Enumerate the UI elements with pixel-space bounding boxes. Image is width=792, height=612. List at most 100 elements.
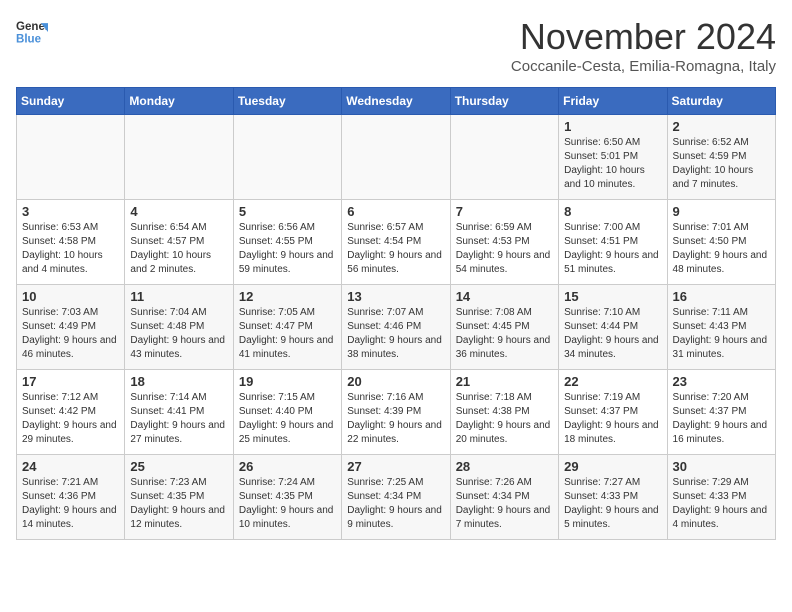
calendar-cell: 5 Sunrise: 6:56 AM Sunset: 4:55 PM Daylig… xyxy=(233,200,341,285)
day-info: Sunrise: 7:08 AM Sunset: 4:45 PM Dayligh… xyxy=(456,306,553,362)
day-number: 20 xyxy=(347,374,444,389)
calendar-cell: 28 Sunrise: 7:26 AM Sunset: 4:34 PM Dayli… xyxy=(450,455,558,540)
day-info: Sunrise: 7:16 AM Sunset: 4:39 PM Dayligh… xyxy=(347,391,444,447)
calendar-cell: 15 Sunrise: 7:10 AM Sunset: 4:44 PM Dayli… xyxy=(559,285,667,370)
day-info: Sunrise: 7:14 AM Sunset: 4:41 PM Dayligh… xyxy=(130,391,227,447)
title-block: November 2024 Coccanile-Cesta, Emilia-Ro… xyxy=(511,16,776,75)
calendar-cell: 6Sunrise: 6:57 AM Sunset: 4:54 PM Daylig… xyxy=(342,200,450,285)
day-info: Sunrise: 7:20 AM Sunset: 4:37 PM Dayligh… xyxy=(673,391,770,447)
column-header-sunday: Sunday xyxy=(17,88,125,115)
day-number: 10 xyxy=(22,289,119,304)
day-number: 21 xyxy=(456,374,553,389)
day-info: Sunrise: 7:23 AM Sunset: 4:35 PM Dayligh… xyxy=(130,476,227,532)
day-info: Sunrise: 7:29 AM Sunset: 4:33 PM Dayligh… xyxy=(673,476,770,532)
calendar-cell: 24Sunrise: 7:21 AM Sunset: 4:36 PM Dayli… xyxy=(17,455,125,540)
calendar-week-2: 3 Sunrise: 6:53 AM Sunset: 4:58 PM Daylig… xyxy=(17,200,776,285)
day-number: 14 xyxy=(456,289,553,304)
day-info: Sunrise: 7:12 AM Sunset: 4:42 PM Dayligh… xyxy=(22,391,119,447)
calendar-cell: 16Sunrise: 7:11 AM Sunset: 4:43 PM Dayli… xyxy=(667,285,775,370)
day-info: Sunrise: 7:19 AM Sunset: 4:37 PM Dayligh… xyxy=(564,391,661,447)
calendar-cell xyxy=(342,115,450,200)
calendar-cell xyxy=(233,115,341,200)
calendar-cell: 21 Sunrise: 7:18 AM Sunset: 4:38 PM Dayli… xyxy=(450,370,558,455)
day-info: Sunrise: 7:03 AM Sunset: 4:49 PM Dayligh… xyxy=(22,306,119,362)
calendar-body: 1 Sunrise: 6:50 AM Sunset: 5:01 PM Daylig… xyxy=(17,115,776,540)
day-number: 11 xyxy=(130,289,227,304)
logo-icon: General Blue xyxy=(16,16,48,48)
calendar-cell xyxy=(450,115,558,200)
day-number: 28 xyxy=(456,459,553,474)
svg-text:Blue: Blue xyxy=(16,34,42,46)
day-number: 19 xyxy=(239,374,336,389)
calendar-cell: 10 Sunrise: 7:03 AM Sunset: 4:49 PM Dayli… xyxy=(17,285,125,370)
day-number: 24 xyxy=(22,459,119,474)
calendar-cell: 23 Sunrise: 7:20 AM Sunset: 4:37 PM Dayli… xyxy=(667,370,775,455)
day-number: 1 xyxy=(564,119,661,134)
calendar-cell: 30 Sunrise: 7:29 AM Sunset: 4:33 PM Dayli… xyxy=(667,455,775,540)
day-number: 27 xyxy=(347,459,444,474)
day-info: Sunrise: 7:10 AM Sunset: 4:44 PM Dayligh… xyxy=(564,306,661,362)
calendar-cell: 9 Sunrise: 7:01 AM Sunset: 4:50 PM Daylig… xyxy=(667,200,775,285)
day-info: Sunrise: 7:11 AM Sunset: 4:43 PM Dayligh… xyxy=(673,306,770,362)
day-number: 18 xyxy=(130,374,227,389)
day-info: Sunrise: 7:15 AM Sunset: 4:40 PM Dayligh… xyxy=(239,391,336,447)
logo: General Blue xyxy=(16,16,48,48)
day-number: 30 xyxy=(673,459,770,474)
day-number: 3 xyxy=(22,204,119,219)
day-number: 5 xyxy=(239,204,336,219)
day-number: 15 xyxy=(564,289,661,304)
column-header-friday: Friday xyxy=(559,88,667,115)
day-number: 22 xyxy=(564,374,661,389)
calendar-cell: 14 Sunrise: 7:08 AM Sunset: 4:45 PM Dayli… xyxy=(450,285,558,370)
calendar-week-4: 17 Sunrise: 7:12 AM Sunset: 4:42 PM Dayli… xyxy=(17,370,776,455)
day-number: 4 xyxy=(130,204,227,219)
day-info: Sunrise: 6:57 AM Sunset: 4:54 PM Dayligh… xyxy=(347,221,444,277)
day-info: Sunrise: 6:50 AM Sunset: 5:01 PM Dayligh… xyxy=(564,136,661,192)
day-number: 9 xyxy=(673,204,770,219)
calendar-cell: 11Sunrise: 7:04 AM Sunset: 4:48 PM Dayli… xyxy=(125,285,233,370)
day-info: Sunrise: 7:26 AM Sunset: 4:34 PM Dayligh… xyxy=(456,476,553,532)
day-number: 23 xyxy=(673,374,770,389)
calendar-cell: 2Sunrise: 6:52 AM Sunset: 4:59 PM Daylig… xyxy=(667,115,775,200)
calendar-cell: 20 Sunrise: 7:16 AM Sunset: 4:39 PM Dayli… xyxy=(342,370,450,455)
day-info: Sunrise: 7:05 AM Sunset: 4:47 PM Dayligh… xyxy=(239,306,336,362)
calendar-cell: 1 Sunrise: 6:50 AM Sunset: 5:01 PM Daylig… xyxy=(559,115,667,200)
calendar-cell xyxy=(125,115,233,200)
calendar-cell: 19 Sunrise: 7:15 AM Sunset: 4:40 PM Dayli… xyxy=(233,370,341,455)
day-number: 8 xyxy=(564,204,661,219)
day-info: Sunrise: 7:27 AM Sunset: 4:33 PM Dayligh… xyxy=(564,476,661,532)
calendar-week-1: 1 Sunrise: 6:50 AM Sunset: 5:01 PM Daylig… xyxy=(17,115,776,200)
day-info: Sunrise: 6:53 AM Sunset: 4:58 PM Dayligh… xyxy=(22,221,119,277)
calendar-week-3: 10 Sunrise: 7:03 AM Sunset: 4:49 PM Dayli… xyxy=(17,285,776,370)
day-number: 12 xyxy=(239,289,336,304)
day-info: Sunrise: 7:25 AM Sunset: 4:34 PM Dayligh… xyxy=(347,476,444,532)
column-header-monday: Monday xyxy=(125,88,233,115)
calendar-header-row: SundayMondayTuesdayWednesdayThursdayFrid… xyxy=(17,88,776,115)
day-number: 2 xyxy=(673,119,770,134)
calendar-cell: 26Sunrise: 7:24 AM Sunset: 4:35 PM Dayli… xyxy=(233,455,341,540)
location-subtitle: Coccanile-Cesta, Emilia-Romagna, Italy xyxy=(511,58,776,75)
day-info: Sunrise: 7:00 AM Sunset: 4:51 PM Dayligh… xyxy=(564,221,661,277)
day-info: Sunrise: 7:18 AM Sunset: 4:38 PM Dayligh… xyxy=(456,391,553,447)
day-number: 7 xyxy=(456,204,553,219)
day-info: Sunrise: 7:01 AM Sunset: 4:50 PM Dayligh… xyxy=(673,221,770,277)
column-header-tuesday: Tuesday xyxy=(233,88,341,115)
calendar-cell: 17 Sunrise: 7:12 AM Sunset: 4:42 PM Dayli… xyxy=(17,370,125,455)
day-number: 25 xyxy=(130,459,227,474)
day-number: 17 xyxy=(22,374,119,389)
day-number: 26 xyxy=(239,459,336,474)
day-info: Sunrise: 6:59 AM Sunset: 4:53 PM Dayligh… xyxy=(456,221,553,277)
calendar-cell: 12 Sunrise: 7:05 AM Sunset: 4:47 PM Dayli… xyxy=(233,285,341,370)
day-number: 13 xyxy=(347,289,444,304)
column-header-thursday: Thursday xyxy=(450,88,558,115)
calendar-cell: 7 Sunrise: 6:59 AM Sunset: 4:53 PM Daylig… xyxy=(450,200,558,285)
calendar-cell: 3 Sunrise: 6:53 AM Sunset: 4:58 PM Daylig… xyxy=(17,200,125,285)
day-info: Sunrise: 6:56 AM Sunset: 4:55 PM Dayligh… xyxy=(239,221,336,277)
day-info: Sunrise: 6:54 AM Sunset: 4:57 PM Dayligh… xyxy=(130,221,227,277)
calendar-cell: 8 Sunrise: 7:00 AM Sunset: 4:51 PM Daylig… xyxy=(559,200,667,285)
calendar-cell xyxy=(17,115,125,200)
column-header-saturday: Saturday xyxy=(667,88,775,115)
calendar-cell: 25 Sunrise: 7:23 AM Sunset: 4:35 PM Dayli… xyxy=(125,455,233,540)
day-number: 29 xyxy=(564,459,661,474)
calendar-cell: 27 Sunrise: 7:25 AM Sunset: 4:34 PM Dayli… xyxy=(342,455,450,540)
